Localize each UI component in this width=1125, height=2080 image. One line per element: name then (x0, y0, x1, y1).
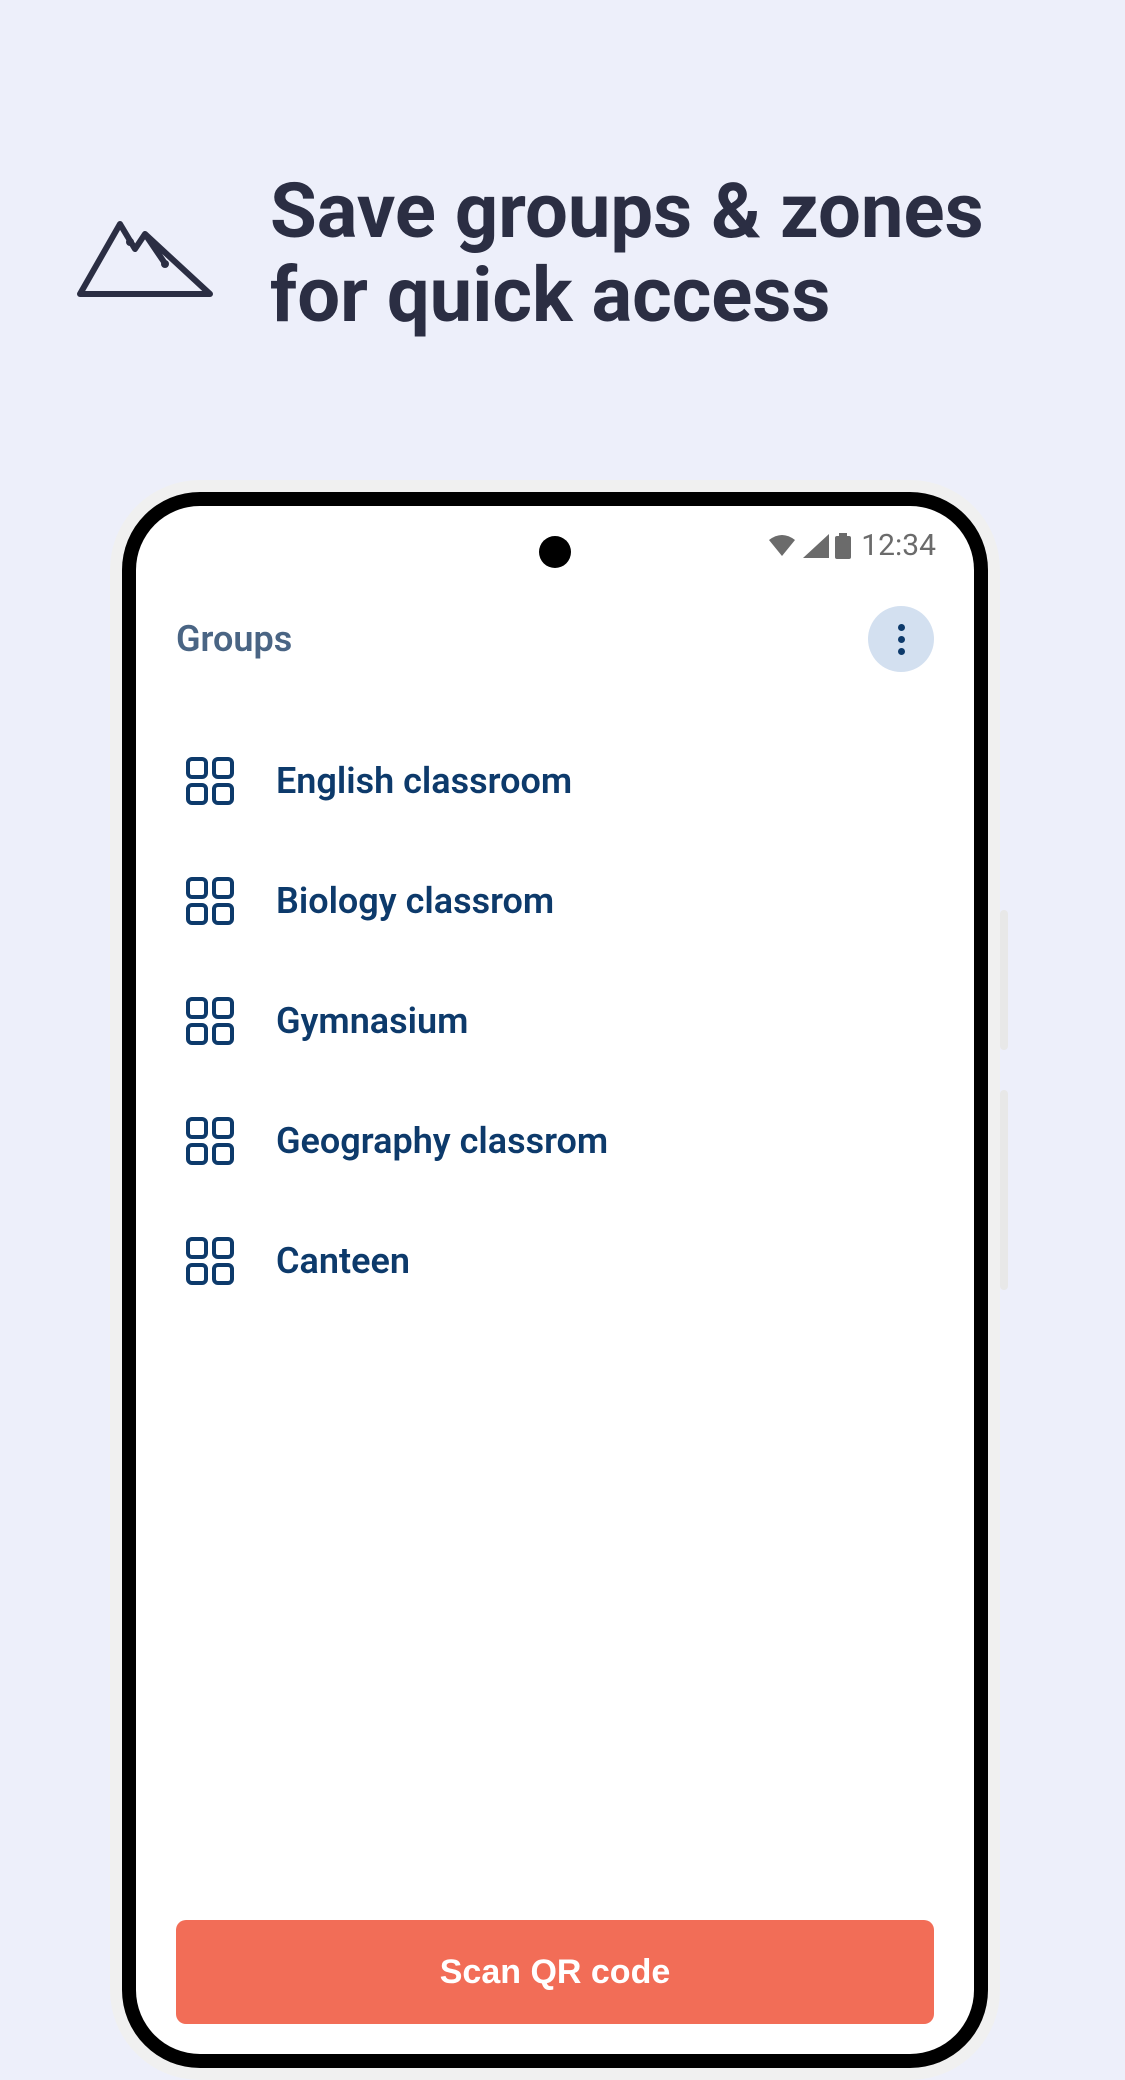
page-title: Groups (176, 618, 292, 660)
group-label: Gymnasium (276, 1000, 468, 1042)
battery-icon (835, 533, 851, 559)
groups-list: English classroom Biology classrom (136, 721, 974, 1321)
wifi-icon (767, 534, 797, 558)
camera-cutout (539, 536, 571, 568)
grid-icon (186, 757, 234, 805)
group-item-english[interactable]: English classroom (176, 721, 934, 841)
more-options-button[interactable] (868, 606, 934, 672)
group-label: Biology classrom (276, 880, 554, 922)
signal-icon (803, 534, 829, 558)
status-time: 12:34 (861, 528, 936, 563)
mountains-logo-icon (70, 204, 220, 304)
scan-qr-button[interactable]: Scan QR code (176, 1920, 934, 2024)
phone-mockup: 12:34 Groups (110, 480, 1000, 2080)
group-item-gymnasium[interactable]: Gymnasium (176, 961, 934, 1081)
app-header: Groups (136, 606, 974, 672)
group-label: Canteen (276, 1240, 410, 1282)
more-vertical-icon (898, 624, 905, 655)
status-bar: 12:34 (767, 528, 936, 563)
grid-icon (186, 1117, 234, 1165)
group-item-biology[interactable]: Biology classrom (176, 841, 934, 961)
grid-icon (186, 997, 234, 1045)
grid-icon (186, 877, 234, 925)
group-item-geography[interactable]: Geography classrom (176, 1081, 934, 1201)
group-label: Geography classrom (276, 1120, 608, 1162)
group-item-canteen[interactable]: Canteen (176, 1201, 934, 1321)
grid-icon (186, 1237, 234, 1285)
group-label: English classroom (276, 760, 572, 802)
promo-headline: Save groups & zones for quick access (270, 170, 1055, 337)
promo-header: Save groups & zones for quick access (0, 0, 1125, 337)
